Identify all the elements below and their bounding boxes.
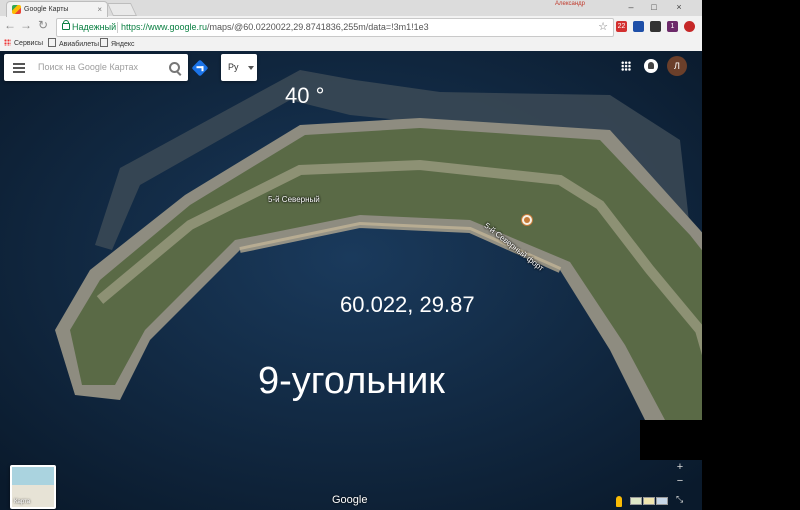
page-icon	[100, 38, 108, 47]
shape-annotation: 9-угольник	[258, 360, 445, 402]
layer-thumb-2[interactable]	[643, 497, 655, 505]
tab-google-maps[interactable]: Google Карты ×	[6, 1, 108, 17]
fort-poi-icon[interactable]	[521, 214, 533, 226]
url-base: https://www.google.ru	[121, 22, 208, 32]
extension-shield-icon[interactable]	[633, 21, 644, 32]
black-margin	[702, 0, 800, 510]
layer-thumb-3[interactable]	[656, 497, 668, 505]
map-label-fort[interactable]: 5-й Северный	[268, 195, 320, 204]
toolbar: ← → ↻ Надежный https://www.google.ru/map…	[0, 16, 702, 38]
thumbnail-label: Карта	[14, 499, 31, 505]
pegman-icon[interactable]	[616, 496, 622, 507]
apps-icon	[4, 39, 11, 46]
zoom-controls: + −	[672, 460, 688, 488]
extension-mail-icon[interactable]: 1	[667, 21, 678, 32]
address-bar[interactable]: Надежный https://www.google.ru/maps/@60.…	[56, 18, 614, 37]
chevron-down-icon	[248, 66, 254, 70]
layer-thumb-1[interactable]	[630, 497, 642, 505]
lock-icon	[62, 20, 70, 30]
search-box[interactable]: Поиск на Google Картах	[4, 54, 188, 81]
browser-chrome: Google Карты × Александр – □ × ← → ↻ Над…	[0, 0, 702, 52]
reload-button[interactable]: ↻	[36, 18, 50, 32]
maps-favicon-icon	[12, 5, 21, 14]
secure-label: Надежный	[72, 22, 117, 32]
profile-name[interactable]: Александр	[555, 1, 585, 7]
apps-grid-icon[interactable]	[621, 61, 631, 71]
bookmark-yandex[interactable]: Яндекс	[100, 38, 135, 51]
zoom-out-button[interactable]: −	[672, 474, 688, 488]
language-label: Ру	[228, 62, 239, 72]
tab-title: Google Карты	[24, 6, 69, 13]
language-selector[interactable]: Ру	[221, 54, 257, 81]
search-input[interactable]: Поиск на Google Картах	[38, 54, 138, 81]
imagery-edge	[640, 420, 702, 460]
map-imagery	[0, 51, 702, 510]
bookmark-yandex-label: Яндекс	[111, 41, 135, 48]
thumbnail-water	[12, 467, 54, 485]
angle-annotation: 40 °	[285, 83, 325, 108]
tab-bar: Google Карты × Александр – □ ×	[0, 0, 702, 17]
notifications-icon[interactable]	[644, 59, 658, 73]
bookmark-aviatickets[interactable]: Авиабилеты	[48, 38, 99, 51]
url-path: /maps/@60.0220022,29.8741836,255m/data=!…	[207, 22, 429, 32]
new-tab-button[interactable]	[106, 3, 138, 16]
forward-button[interactable]: →	[19, 18, 33, 32]
omnibox-separator	[117, 22, 118, 33]
hamburger-menu-icon[interactable]	[13, 63, 25, 73]
extension-vpn-icon[interactable]	[650, 21, 661, 32]
map-type-thumbnail[interactable]: Карта	[10, 465, 56, 509]
close-window-button[interactable]: ×	[670, 0, 688, 14]
avatar[interactable]: Л	[667, 56, 687, 76]
back-button[interactable]: ←	[3, 18, 17, 32]
coordinates-annotation: 60.022, 29.87	[340, 292, 475, 317]
minimize-button[interactable]: –	[622, 0, 640, 14]
bookmark-services[interactable]: Сервисы	[4, 38, 43, 50]
bookmark-star-icon[interactable]: ☆	[598, 19, 608, 36]
url-text: https://www.google.ru/maps/@60.0220022,2…	[121, 19, 429, 36]
page-icon	[48, 38, 56, 47]
satellite-map[interactable]: 5-й Северный 5-й Северный форт	[0, 51, 702, 510]
bookmarks-bar: Сервисы Авиабилеты Яндекс	[0, 38, 702, 50]
bookmark-services-label: Сервисы	[14, 40, 44, 47]
zoom-in-button[interactable]: +	[672, 460, 688, 474]
extension-adblock-icon[interactable]	[684, 21, 695, 32]
search-icon[interactable]	[169, 62, 180, 73]
bookmark-aviatickets-label: Авиабилеты	[59, 41, 100, 48]
google-logo: Google	[332, 494, 368, 506]
extension-badge-icon[interactable]: 22	[616, 21, 627, 32]
tab-close-icon[interactable]: ×	[97, 2, 102, 17]
maximize-button[interactable]: □	[645, 0, 663, 14]
fullscreen-icon[interactable]: ⤡	[676, 494, 683, 505]
